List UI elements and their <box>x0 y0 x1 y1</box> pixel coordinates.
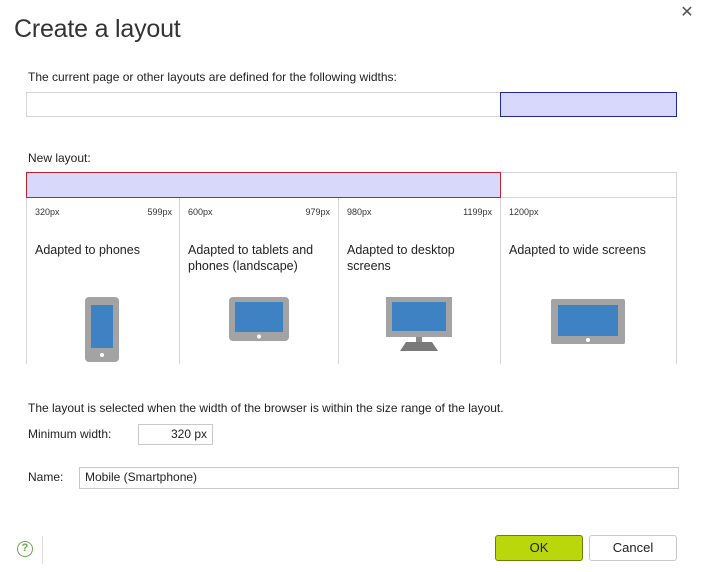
min-width-input[interactable]: 320 px <box>138 424 213 445</box>
desktop-monitor-icon <box>386 297 452 351</box>
phone-icon <box>85 297 119 362</box>
layout-info-text: The layout is selected when the width of… <box>28 401 504 415</box>
dialog-title: Create a layout <box>14 15 181 43</box>
name-input[interactable]: Mobile (Smartphone) <box>79 467 679 489</box>
range-max: 1199px <box>463 207 492 217</box>
column-description: Adapted to tablets and phones (landscape… <box>188 243 314 273</box>
new-layout-bar[interactable] <box>26 172 677 198</box>
new-layout-label: New layout: <box>28 151 91 165</box>
tablet-icon <box>229 297 289 341</box>
layout-width-columns: 320px 599px Adapted to phones 600px 979p… <box>26 198 677 364</box>
column-description: Adapted to phones <box>35 243 140 257</box>
range-min: 1200px <box>509 207 539 217</box>
name-label: Name: <box>28 470 64 484</box>
help-icon[interactable]: ? <box>17 541 33 557</box>
layout-column-tablets[interactable]: 600px 979px Adapted to tablets and phone… <box>179 198 338 364</box>
range-max: 599px <box>147 207 172 217</box>
range-min: 980px <box>347 207 372 217</box>
range-max: 979px <box>305 207 330 217</box>
column-description: Adapted to wide screens <box>509 243 646 257</box>
new-layout-segment[interactable] <box>26 172 501 198</box>
ok-button[interactable]: OK <box>495 535 583 561</box>
footer-divider <box>42 536 43 564</box>
current-widths-label: The current page or other layouts are de… <box>28 70 397 84</box>
column-description: Adapted to desktop screens <box>347 243 455 273</box>
range-min: 320px <box>35 207 60 217</box>
layout-column-phones[interactable]: 320px 599px Adapted to phones <box>26 198 180 364</box>
current-widths-bar <box>26 92 677 117</box>
cancel-button[interactable]: Cancel <box>589 535 677 561</box>
layout-column-wide[interactable]: 1200px Adapted to wide screens <box>500 198 677 364</box>
current-layout-segment <box>500 92 677 117</box>
create-layout-dialog: Create a layout ✕ The current page or ot… <box>0 0 704 572</box>
close-icon[interactable]: ✕ <box>678 4 696 22</box>
wide-screen-icon <box>551 299 625 344</box>
min-width-label: Minimum width: <box>28 427 112 441</box>
layout-column-desktop[interactable]: 980px 1199px Adapted to desktop screens <box>338 198 500 364</box>
range-min: 600px <box>188 207 213 217</box>
